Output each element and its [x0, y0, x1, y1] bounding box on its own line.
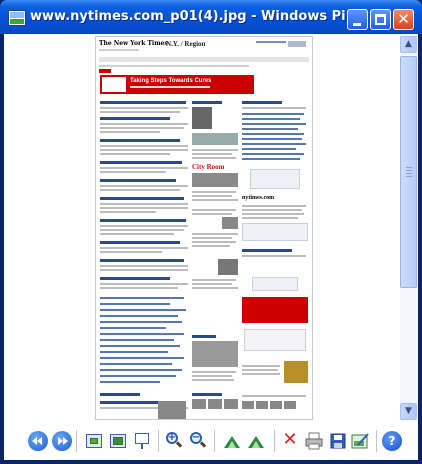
print-icon — [305, 432, 323, 450]
copy-to-button[interactable] — [328, 431, 348, 451]
rotate-counterclockwise-button[interactable] — [246, 431, 266, 451]
delete-icon: ✕ — [282, 429, 298, 450]
nyt-logo: The New York Times — [99, 40, 168, 47]
client-area: The New York Times N.Y. / Region Taking … — [4, 34, 418, 460]
minimize-button[interactable] — [347, 9, 368, 30]
maximize-icon — [375, 14, 386, 25]
city-room-label: City Room — [192, 163, 225, 171]
nytimes-brand-label: nytimes.com — [242, 195, 275, 201]
actual-size-button[interactable] — [108, 431, 128, 451]
scroll-up-button[interactable]: ▲ — [400, 36, 417, 53]
open-for-editing-button[interactable] — [350, 431, 370, 451]
next-image-button[interactable] — [52, 431, 72, 451]
save-icon — [330, 433, 346, 449]
viewer-toolbar: + − ✕ ? — [4, 420, 418, 460]
scroll-down-button[interactable]: ▼ — [400, 403, 417, 420]
image-viewport[interactable]: The New York Times N.Y. / Region Taking … — [4, 34, 418, 420]
vertical-scrollbar[interactable]: ▲ ▼ — [400, 36, 417, 420]
slideshow-icon — [135, 433, 149, 444]
picture-viewer-app-icon[interactable] — [8, 10, 26, 26]
slideshow-button[interactable] — [132, 431, 152, 451]
scroll-thumb[interactable] — [400, 56, 417, 288]
displayed-image: The New York Times N.Y. / Region Taking … — [95, 36, 313, 420]
window-title: www.nytimes.com_p01(4).jpg - Windows Pic… — [30, 9, 346, 24]
ad-logo — [102, 77, 126, 92]
rotate-clockwise-button[interactable] — [222, 431, 242, 451]
close-icon: ✕ — [397, 10, 410, 28]
zoom-out-button[interactable]: − — [188, 431, 208, 451]
banner-ad: Taking Steps Towards Cures — [100, 75, 254, 94]
maximize-button[interactable] — [370, 9, 391, 30]
rotate-clockwise-icon — [224, 436, 240, 448]
section-title: N.Y. / Region — [166, 40, 206, 48]
previous-image-button[interactable] — [28, 431, 48, 451]
minimize-icon — [353, 23, 361, 26]
zoom-in-button[interactable]: + — [164, 431, 184, 451]
print-button[interactable] — [304, 431, 324, 451]
edit-icon — [351, 433, 369, 449]
help-button[interactable]: ? — [382, 431, 402, 451]
delete-button[interactable]: ✕ — [280, 429, 300, 451]
left-news-column — [100, 99, 190, 419]
right-column: nytimes.com — [242, 99, 310, 419]
rotate-counterclockwise-icon — [248, 436, 264, 448]
help-icon: ? — [388, 434, 396, 448]
site-nav-bar — [99, 57, 309, 62]
middle-column: City Room — [192, 99, 240, 419]
title-bar[interactable]: www.nytimes.com_p01(4).jpg - Windows Pic… — [0, 0, 422, 34]
best-fit-button[interactable] — [84, 431, 104, 451]
close-button[interactable]: ✕ — [393, 9, 414, 30]
picture-viewer-window: www.nytimes.com_p01(4).jpg - Windows Pic… — [0, 0, 422, 464]
ad-headline: Taking Steps Towards Cures — [130, 78, 212, 84]
